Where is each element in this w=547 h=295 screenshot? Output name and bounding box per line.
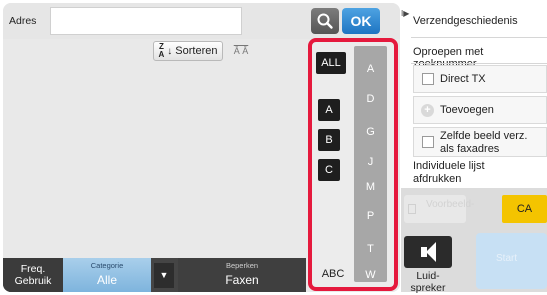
index-letter-w[interactable]: W xyxy=(354,269,387,281)
fax-address-book-screen: Adres OK Z A ↓ Sorteren Ā Ā Freq. Gebrui… xyxy=(0,0,547,295)
add-label: Toevoegen xyxy=(440,104,494,116)
bottom-filter-bar: Freq. Gebruik Categorie Alle ▼ Beperken … xyxy=(3,258,306,292)
index-letter-t[interactable]: T xyxy=(354,243,387,255)
direct-tx-option[interactable]: Direct TX xyxy=(413,65,547,93)
speaker-label: Luid- spreker xyxy=(410,270,446,294)
sort-arrow-icon: ↓ xyxy=(167,45,173,57)
limit-selector[interactable]: Beperken Faxen xyxy=(178,258,306,292)
index-all-button[interactable]: ALL xyxy=(316,52,346,74)
action-panel: Voorbeeld- CA Luid- spreker Start xyxy=(401,188,547,294)
index-letter-column[interactable]: A D G J M P T W xyxy=(354,46,387,282)
divider xyxy=(411,63,547,64)
frequent-use-button[interactable]: Freq. Gebruik xyxy=(3,258,63,292)
same-image-checkbox[interactable] xyxy=(422,136,434,148)
preview-label: Voorbeeld- xyxy=(426,199,475,210)
address-bar: Adres OK xyxy=(3,3,400,39)
speaker-button[interactable] xyxy=(404,236,452,268)
add-option[interactable]: + Toevoegen xyxy=(413,96,547,124)
start-button: Start xyxy=(476,233,547,289)
search-icon xyxy=(317,13,333,29)
index-letter-p[interactable]: P xyxy=(354,210,387,222)
sort-button[interactable]: Z A ↓ Sorteren xyxy=(153,41,223,61)
limit-value: Faxen xyxy=(225,273,259,287)
send-history-item[interactable]: Verzendgeschiedenis xyxy=(413,15,547,27)
sort-label: Sorteren xyxy=(175,45,218,57)
sort-icon: Z A xyxy=(158,42,165,59)
index-tabs-highlight: ALL A B C ABC A D G J M P T W xyxy=(308,38,398,291)
address-label: Adres xyxy=(9,15,37,27)
index-letter-a[interactable]: A xyxy=(354,63,387,75)
divider xyxy=(411,37,547,38)
index-key-c[interactable]: C xyxy=(318,159,340,181)
ca-button[interactable]: CA xyxy=(502,195,547,223)
category-value: Alle xyxy=(96,273,117,287)
ok-button[interactable]: OK xyxy=(342,8,380,34)
index-key-a[interactable]: A xyxy=(318,99,340,121)
side-menu: I▶ Verzendgeschiedenis Oproepen met zoek… xyxy=(401,3,547,294)
start-label: Start xyxy=(496,253,518,264)
index-abc-button[interactable]: ABC xyxy=(316,264,350,284)
chevron-down-icon: ▼ xyxy=(159,270,169,280)
index-letter-m[interactable]: M xyxy=(354,181,387,193)
index-key-b[interactable]: B xyxy=(318,129,340,151)
category-selector[interactable]: Categorie Alle xyxy=(63,258,151,292)
category-dropdown-button[interactable]: ▼ xyxy=(154,263,174,288)
preview-icon xyxy=(408,204,416,214)
expand-arrow-icon[interactable]: I▶ xyxy=(401,9,411,18)
same-image-label: Zelfde beeld verz. als faxadres xyxy=(440,130,528,155)
direct-tx-checkbox[interactable] xyxy=(422,73,434,85)
preview-button: Voorbeeld- xyxy=(404,195,474,223)
index-letter-d[interactable]: D xyxy=(354,93,387,105)
filter-aa-button[interactable]: Ā Ā xyxy=(227,41,255,61)
index-letter-g[interactable]: G xyxy=(354,126,387,138)
direct-tx-label: Direct TX xyxy=(440,73,486,85)
add-icon: + xyxy=(421,104,434,117)
address-input[interactable] xyxy=(50,7,242,35)
print-list-item[interactable]: Individuele lijst afdrukken xyxy=(413,160,547,186)
limit-label: Beperken xyxy=(225,261,259,270)
index-letter-j[interactable]: J xyxy=(354,156,387,168)
search-button[interactable] xyxy=(311,8,339,34)
category-label: Categorie xyxy=(90,261,124,270)
same-image-option[interactable]: Zelfde beeld verz. als faxadres xyxy=(413,127,547,157)
